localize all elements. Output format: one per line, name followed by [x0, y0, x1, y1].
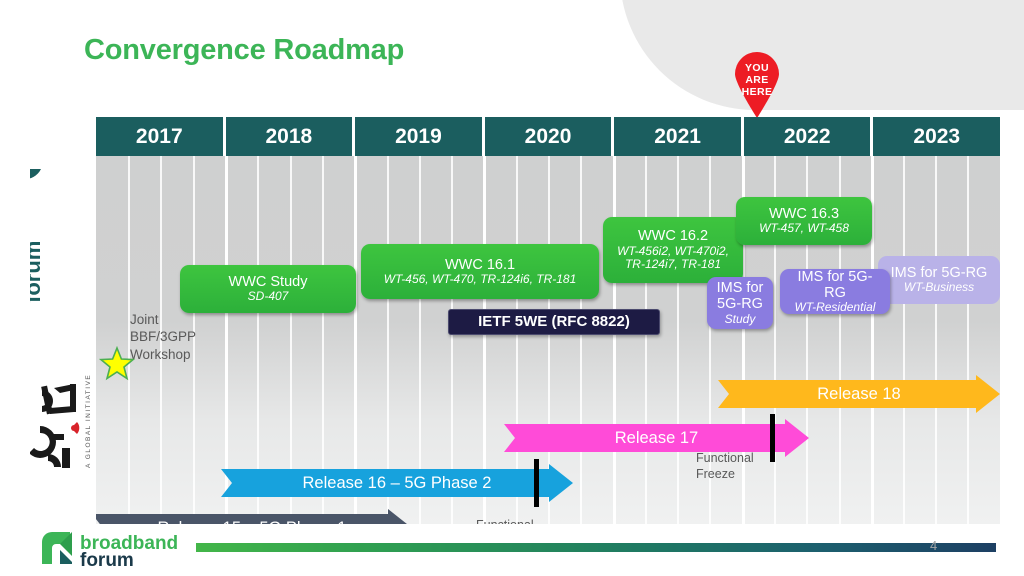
3gpp-logo: A GLOBAL INITIATIVE	[29, 372, 100, 480]
box-wwc-16-3-title: WWC 16.3	[768, 206, 840, 223]
timeline-plot-area: WWC Study SD-407 WWC 16.1 WT-456, WT-470…	[96, 156, 1000, 524]
arrow-release-16[interactable]: Release 16 – 5G Phase 2	[221, 459, 573, 507]
freeze-bar-release-16	[534, 459, 539, 507]
you-are-here-marker: YOU ARE HERE	[731, 52, 783, 118]
arrow-release-15[interactable]: Release 15 – 5G Phase 1	[96, 509, 412, 524]
box-ims-5g-rg-study[interactable]: IMS for 5G-RG Study	[707, 277, 773, 329]
page-title: Convergence Roadmap	[84, 34, 405, 66]
marker-line-2: ARE	[745, 74, 769, 87]
svg-text:forum: forum	[80, 550, 134, 570]
broadband-forum-footer-logo: broadband forum	[36, 528, 216, 571]
box-ietf-5we-title: IETF 5WE (RFC 8822)	[478, 312, 630, 330]
year-cell-2017: 2017	[96, 117, 226, 156]
box-wwc-16-2[interactable]: WWC 16.2 WT-456i2, WT-470i2, TR-124i7, T…	[603, 217, 743, 283]
arrow-release-17[interactable]: Release 17	[504, 414, 809, 462]
arrow-release-17-label: Release 17	[614, 428, 699, 447]
box-ims-residential-subtitle: WT-Residential	[794, 300, 876, 315]
box-wwc-study[interactable]: WWC Study SD-407	[180, 265, 356, 313]
label-freeze-r16-l1: Functional	[476, 517, 534, 524]
year-cell-2023: 2023	[873, 117, 1001, 156]
box-ims-study-subtitle: Study	[724, 311, 756, 326]
box-wwc-16-1-title: WWC 16.1	[444, 256, 516, 273]
year-cell-2018: 2018	[225, 117, 356, 156]
label-freeze-release-16: Functional Freeze	[476, 517, 534, 524]
box-ims-study-title-2: 5G-RG	[717, 296, 763, 313]
label-joint-workshop-l1: Joint	[130, 312, 159, 327]
box-wwc-16-1-subtitle: WT-456, WT-470, TR-124i6, TR-181	[383, 271, 577, 286]
box-ims-residential-title: IMS for 5G-RG	[797, 268, 873, 301]
decorative-blob	[620, 0, 1024, 110]
box-ims-business-title: IMS for 5G-RG	[890, 265, 988, 282]
label-joint-workshop-l3: Workshop	[130, 346, 191, 362]
label-joint-workshop: Joint BBF/3GPP Workshop	[130, 311, 196, 363]
workshop-star-icon	[98, 345, 136, 382]
footer-gradient-bar	[196, 543, 996, 552]
year-header-row: 2017 2018 2019 2020 2021 2022 2023	[96, 117, 1001, 156]
box-ims-business-subtitle: WT-Business	[903, 280, 975, 295]
arrow-release-15-label: Release 15 – 5G Phase 1	[158, 519, 347, 525]
box-wwc-study-subtitle: SD-407	[247, 289, 289, 304]
page-number: 4	[930, 538, 938, 553]
label-joint-workshop-l2: BBF/3GPP	[130, 329, 197, 345]
arrow-release-18[interactable]: Release 18	[718, 375, 1000, 413]
box-wwc-16-2-title: WWC 16.2	[637, 228, 709, 245]
box-wwc-16-2-subtitle-1: WT-456i2, WT-470i2,	[617, 243, 729, 258]
box-ims-5g-rg-business[interactable]: IMS for 5G-RG WT-Business	[878, 256, 1000, 304]
year-cell-2022: 2022	[743, 117, 874, 156]
box-wwc-16-2-subtitle-2: TR-124i7, TR-181	[624, 257, 722, 272]
year-cell-2021: 2021	[614, 117, 744, 156]
svg-text:A GLOBAL INITIATIVE: A GLOBAL INITIATIVE	[85, 374, 92, 468]
broadband-forum-side-logo: broadband forum	[0, 168, 96, 308]
box-wwc-16-3[interactable]: WWC 16.3 WT-457, WT-458	[736, 197, 872, 245]
arrow-release-18-label: Release 18	[817, 384, 901, 403]
marker-line-3: HERE	[741, 86, 773, 99]
arrow-release-16-label: Release 16 – 5G Phase 2	[302, 473, 492, 492]
box-ietf-5we[interactable]: IETF 5WE (RFC 8822)	[448, 309, 660, 335]
box-wwc-16-3-subtitle: WT-457, WT-458	[759, 221, 849, 236]
box-ims-5g-rg-residential[interactable]: IMS for 5G-RG WT-Residential	[780, 269, 890, 314]
freeze-bar-release-17	[770, 414, 775, 462]
year-cell-2019: 2019	[355, 117, 485, 156]
marker-line-1: YOU	[745, 62, 769, 74]
box-wwc-16-1[interactable]: WWC 16.1 WT-456, WT-470, TR-124i6, TR-18…	[361, 244, 599, 299]
svg-text:forum: forum	[30, 241, 45, 303]
box-ims-study-title-1: IMS for	[716, 280, 764, 297]
roadmap-timeline: 2017 2018 2019 2020 2021 2022 2023 WWC S…	[96, 117, 1001, 524]
box-wwc-study-title: WWC Study	[228, 274, 308, 291]
label-freeze-r17-l2: Freeze	[696, 467, 735, 481]
year-cell-2020: 2020	[484, 117, 615, 156]
slide-canvas: Convergence Roadmap YOU ARE HERE broadba…	[0, 0, 1024, 576]
